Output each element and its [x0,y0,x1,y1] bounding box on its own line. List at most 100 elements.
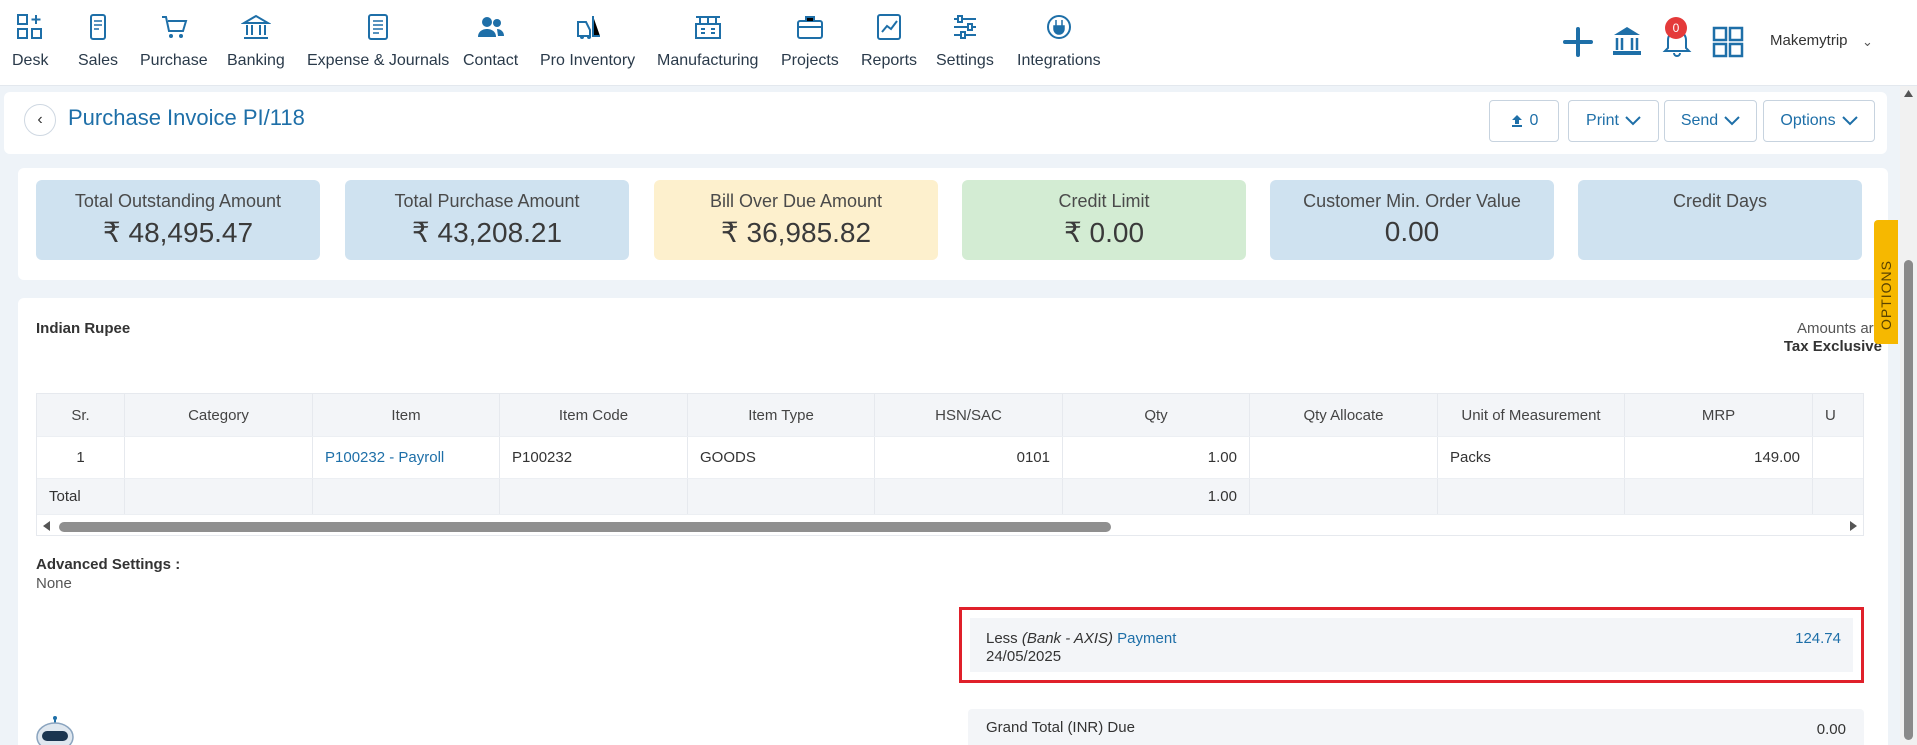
nav-reports-label: Reports [861,52,918,69]
card-value: 0.00 [1384,216,1440,247]
card-total-purchase: Total Purchase Amount ₹ 43,208.21 [345,180,629,260]
briefcase-icon [796,16,823,39]
nav-projects[interactable]: Projects [781,12,839,70]
notification-badge: 0 [1665,17,1687,39]
page-vertical-scrollbar[interactable] [1900,86,1917,745]
cell-hsn: 0101 [875,437,1063,478]
journal-icon [368,14,389,40]
card-label: Customer Min. Order Value [1303,191,1521,211]
scroll-up-arrow-icon[interactable] [1904,90,1913,97]
payment-date: 24/05/2025 [986,648,1062,665]
cell-sr: 1 [37,437,125,478]
print-button[interactable]: Print [1568,100,1659,142]
nav-settings[interactable]: Settings [936,12,994,70]
total-empty [313,479,500,514]
card-bill-overdue: Bill Over Due Amount ₹ 36,985.82 [654,180,938,260]
cart-icon [161,16,188,38]
nav-expense-label: Expense & Journals [307,52,450,69]
cell-uom: Packs [1438,437,1625,478]
card-value: ₹ 43,208.21 [411,217,563,248]
total-empty [1438,479,1625,514]
attachment-upload-button[interactable]: 0 [1489,100,1559,142]
nav-desk[interactable]: Desk [12,12,48,70]
cell-item-type: GOODS [688,437,875,478]
line-items-table: Sr. Category Item Item Code Item Type HS… [36,393,1864,536]
bank-icon [240,14,271,39]
nav-purchase[interactable]: Purchase [140,12,208,70]
column-header: Item [313,394,500,436]
send-button[interactable]: Send [1664,100,1757,142]
nav-sales[interactable]: Sales [78,12,118,70]
nav-integrations[interactable]: Integrations [1017,12,1101,70]
scrollbar-thumb[interactable] [1904,260,1913,740]
amounts-are-label: Amounts are [1796,320,1882,337]
table-header-row: Sr. Category Item Item Code Item Type HS… [37,394,1863,436]
card-label: Bill Over Due Amount [709,191,883,211]
payment-row: Less (Bank - AXIS) Payment 24/05/2025 12… [970,618,1853,672]
receipt-icon [90,14,107,40]
nav-banking[interactable]: Banking [227,12,285,70]
column-header: U [1813,394,1863,436]
upload-icon [1511,115,1522,127]
nav-contact-label: Contact [463,52,519,69]
nav-integrations-label: Integrations [1017,52,1101,69]
scroll-right-arrow-icon[interactable] [1849,521,1857,531]
chevron-down-icon [1841,116,1858,126]
company-selector[interactable]: Makemytrip [1770,32,1848,49]
chevron-down-icon[interactable]: ⌄ [1862,34,1873,50]
nav-pro-inventory[interactable]: Pro Inventory [540,12,635,70]
add-icon[interactable] [1562,26,1594,58]
table-horizontal-scrollbar[interactable] [37,514,1863,535]
payment-bank: (Bank - AXIS) [1021,630,1113,647]
cell-item-code: P100232 [500,437,688,478]
cell-item-link[interactable]: P100232 - Payroll [313,437,500,478]
scrollbar-thumb[interactable] [59,522,1111,532]
card-label: Credit Days [1672,191,1768,211]
send-label: Send [1680,112,1719,129]
nav-reports[interactable]: Reports [861,12,917,70]
side-options-tab[interactable]: OPTIONS [1874,220,1898,344]
payment-highlight: Less (Bank - AXIS) Payment 24/05/2025 12… [959,607,1864,683]
bank-shortcut-icon[interactable] [1611,24,1643,58]
nav-manufacturing[interactable]: Manufacturing [657,12,758,70]
cell-extra [1813,437,1863,478]
column-header: Category [125,394,313,436]
nav-manufacturing-label: Manufacturing [657,52,759,69]
grand-total-row: Grand Total (INR) Due 0.00 [968,709,1864,745]
back-button[interactable]: ‹ [24,104,56,136]
nav-expense-journals[interactable]: Expense & Journals [307,12,449,70]
card-label: Total Outstanding Amount [74,191,282,211]
cell-qty: 1.00 [1063,437,1250,478]
card-value: ₹ 36,985.82 [720,217,872,248]
options-button[interactable]: Options [1763,100,1875,142]
grand-total-value: 0.00 [1816,721,1846,738]
advanced-settings-title: Advanced Settings : [36,556,181,573]
users-icon [477,17,504,37]
cell-mrp: 149.00 [1625,437,1813,478]
total-empty [688,479,875,514]
nav-sales-label: Sales [78,52,119,69]
nav-projects-label: Projects [781,52,839,69]
invoice-detail-panel: Indian Rupee Amounts are Tax Exclusive S… [18,298,1888,745]
card-credit-limit: Credit Limit ₹ 0.00 [962,180,1246,260]
column-header: MRP [1625,394,1813,436]
nav-contact[interactable]: Contact [463,12,518,70]
attachment-count: 0 [1529,112,1539,129]
column-header: Unit of Measurement [1438,394,1625,436]
nav-banking-label: Banking [227,52,285,69]
table-row[interactable]: 1 P100232 - Payroll P100232 GOODS 0101 1… [37,436,1863,478]
assistant-bot-icon[interactable] [30,715,80,745]
column-header: Item Code [500,394,688,436]
payment-line: Less (Bank - AXIS) Payment [986,630,1176,647]
nav-pro-inventory-label: Pro Inventory [540,52,636,69]
factory-icon [694,16,721,39]
payment-link[interactable]: Payment [1117,630,1176,647]
chevron-down-icon [1625,116,1641,126]
table-total-row: Total 1.00 [37,478,1863,514]
total-empty [125,479,313,514]
nav-purchase-label: Purchase [140,52,208,69]
total-empty [1625,479,1813,514]
scroll-left-arrow-icon[interactable] [43,521,51,531]
cell-qty-allocate [1250,437,1438,478]
apps-grid-icon[interactable] [1712,26,1744,58]
